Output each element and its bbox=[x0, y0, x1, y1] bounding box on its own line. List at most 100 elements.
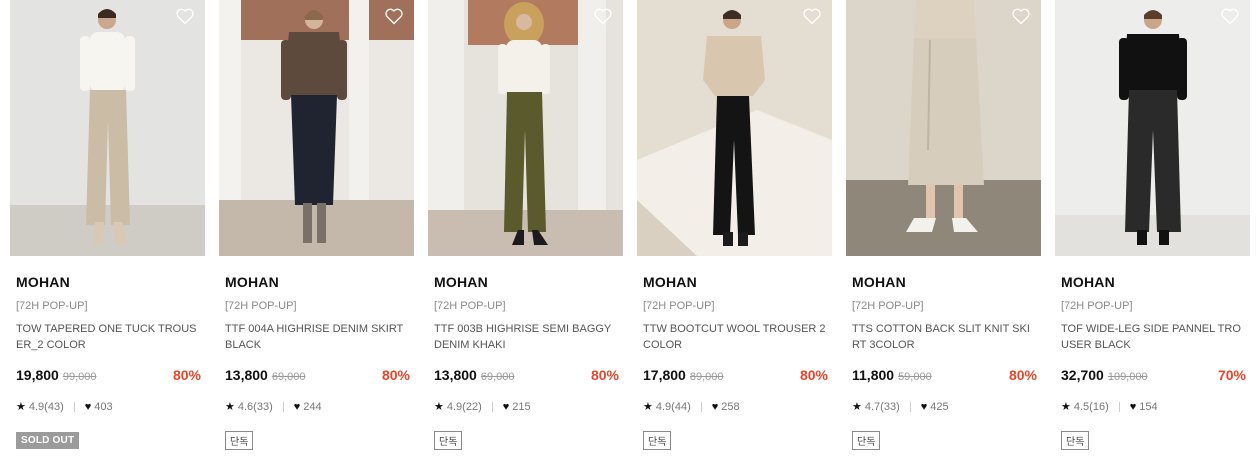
brand-name[interactable]: MOHAN bbox=[16, 274, 205, 290]
promo-tag: [72H POP-UP] bbox=[643, 300, 715, 312]
price-row: 19,800 99,000 80% bbox=[16, 367, 201, 383]
likes-count: 403 bbox=[94, 400, 113, 413]
divider bbox=[491, 401, 493, 412]
original-price: 99,000 bbox=[62, 371, 97, 383]
heart-filled-icon: ♥ bbox=[1129, 400, 1137, 413]
price-row: 13,800 69,000 80% bbox=[434, 367, 619, 383]
wishlist-heart-icon[interactable] bbox=[384, 6, 404, 26]
original-price: 59,000 bbox=[898, 371, 932, 383]
product-stats: ★ 4.9(43) ♥ 403 bbox=[16, 400, 205, 414]
divider bbox=[282, 401, 284, 412]
product-card[interactable]: MOHAN [72H POP-UP] TOW TAPERED ONE TUCK … bbox=[10, 0, 205, 449]
rating-value: 4.9(22) bbox=[446, 400, 482, 413]
product-title[interactable]: TTF 004A HIGHRISE DENIM SKIRT BLACK bbox=[225, 321, 410, 353]
product-image[interactable] bbox=[428, 0, 623, 256]
price-row: 17,800 89,000 80% bbox=[643, 367, 828, 383]
rating-value: 4.6(33) bbox=[237, 400, 273, 413]
brand-name[interactable]: MOHAN bbox=[1061, 274, 1250, 290]
star-icon: ★ bbox=[225, 401, 235, 413]
price-row: 11,800 59,000 80% bbox=[852, 367, 1037, 383]
brand-name[interactable]: MOHAN bbox=[225, 274, 414, 290]
sale-price: 11,800 bbox=[852, 367, 895, 383]
product-stats: ★ 4.9(22) ♥ 215 bbox=[434, 400, 623, 414]
heart-filled-icon: ♥ bbox=[920, 400, 928, 413]
product-card[interactable]: MOHAN [72H POP-UP] TTF 004A HIGHRISE DEN… bbox=[219, 0, 414, 450]
product-title[interactable]: TTW BOOTCUT WOOL TROUSER 2COLOR bbox=[643, 321, 828, 353]
original-price: 109,000 bbox=[1107, 371, 1148, 383]
product-card[interactable]: MOHAN [72H POP-UP] TTS COTTON BACK SLIT … bbox=[846, 0, 1041, 450]
wishlist-heart-icon[interactable] bbox=[175, 6, 195, 26]
product-image[interactable] bbox=[846, 0, 1041, 256]
sold-out-badge: SOLD OUT bbox=[16, 432, 80, 449]
sale-price: 13,800 bbox=[225, 367, 268, 383]
product-stats: ★ 4.7(33) ♥ 425 bbox=[852, 400, 1041, 414]
discount-rate: 70% bbox=[1217, 367, 1246, 383]
likes-count: 215 bbox=[512, 400, 531, 413]
divider bbox=[909, 401, 911, 412]
star-icon: ★ bbox=[1061, 401, 1071, 413]
exclusive-badge: 단독 bbox=[434, 431, 463, 450]
discount-rate: 80% bbox=[381, 367, 410, 383]
discount-rate: 80% bbox=[172, 367, 201, 383]
original-price: 69,000 bbox=[480, 371, 515, 383]
divider bbox=[1118, 401, 1120, 412]
promo-tag: [72H POP-UP] bbox=[434, 300, 506, 312]
original-price: 69,000 bbox=[271, 371, 306, 383]
star-icon: ★ bbox=[643, 401, 653, 413]
heart-filled-icon: ♥ bbox=[502, 400, 510, 413]
product-image[interactable] bbox=[10, 0, 205, 256]
exclusive-badge: 단독 bbox=[225, 431, 254, 450]
brand-name[interactable]: MOHAN bbox=[643, 274, 832, 290]
wishlist-heart-icon[interactable] bbox=[593, 6, 613, 26]
discount-rate: 80% bbox=[799, 367, 828, 383]
discount-rate: 80% bbox=[1008, 367, 1037, 383]
promo-tag: [72H POP-UP] bbox=[16, 300, 88, 312]
divider bbox=[700, 401, 702, 412]
likes-count: 258 bbox=[721, 400, 740, 413]
product-title[interactable]: TTS COTTON BACK SLIT KNIT SKIRT 3COLOR bbox=[852, 321, 1037, 353]
product-card[interactable]: MOHAN [72H POP-UP] TOF WIDE-LEG SIDE PAN… bbox=[1055, 0, 1250, 450]
product-card[interactable]: MOHAN [72H POP-UP] TTW BOOTCUT WOOL TROU… bbox=[637, 0, 832, 450]
price-row: 13,800 69,000 80% bbox=[225, 367, 410, 383]
product-title[interactable]: TOW TAPERED ONE TUCK TROUSER_2 COLOR bbox=[16, 321, 201, 353]
exclusive-badge: 단독 bbox=[852, 431, 881, 450]
product-stats: ★ 4.9(44) ♥ 258 bbox=[643, 400, 832, 414]
promo-tag: [72H POP-UP] bbox=[852, 300, 924, 312]
star-icon: ★ bbox=[16, 401, 26, 413]
sale-price: 13,800 bbox=[434, 367, 477, 383]
product-title[interactable]: TTF 003B HIGHRISE SEMI BAGGY DENIM KHAKI bbox=[434, 321, 619, 353]
product-card[interactable]: MOHAN [72H POP-UP] TTF 003B HIGHRISE SEM… bbox=[428, 0, 623, 450]
product-title[interactable]: TOF WIDE-LEG SIDE PANNEL TROUSER BLACK bbox=[1061, 321, 1246, 353]
exclusive-badge: 단독 bbox=[1061, 431, 1090, 450]
brand-name[interactable]: MOHAN bbox=[434, 274, 623, 290]
product-stats: ★ 4.6(33) ♥ 244 bbox=[225, 400, 414, 414]
wishlist-heart-icon[interactable] bbox=[1220, 6, 1240, 26]
sale-price: 19,800 bbox=[16, 367, 59, 383]
rating-value: 4.7(33) bbox=[864, 400, 900, 413]
wishlist-heart-icon[interactable] bbox=[1011, 6, 1031, 26]
likes-count: 154 bbox=[1139, 400, 1158, 413]
promo-tag: [72H POP-UP] bbox=[225, 300, 297, 312]
price-row: 32,700 109,000 70% bbox=[1061, 367, 1246, 383]
divider bbox=[73, 401, 75, 412]
likes-count: 244 bbox=[303, 400, 322, 413]
product-image[interactable] bbox=[1055, 0, 1250, 256]
star-icon: ★ bbox=[434, 401, 444, 413]
discount-rate: 80% bbox=[590, 367, 619, 383]
product-grid: MOHAN [72H POP-UP] TOW TAPERED ONE TUCK … bbox=[10, 0, 1250, 450]
product-stats: ★ 4.5(16) ♥ 154 bbox=[1061, 400, 1250, 414]
exclusive-badge: 단독 bbox=[643, 431, 672, 450]
rating-value: 4.9(44) bbox=[655, 400, 691, 413]
rating-value: 4.5(16) bbox=[1073, 400, 1109, 413]
wishlist-heart-icon[interactable] bbox=[802, 6, 822, 26]
original-price: 89,000 bbox=[689, 371, 724, 383]
heart-filled-icon: ♥ bbox=[84, 400, 92, 413]
promo-tag: [72H POP-UP] bbox=[1061, 300, 1133, 312]
sale-price: 32,700 bbox=[1061, 367, 1104, 383]
sale-price: 17,800 bbox=[643, 367, 686, 383]
heart-filled-icon: ♥ bbox=[293, 400, 301, 413]
likes-count: 425 bbox=[930, 400, 949, 413]
product-image[interactable] bbox=[637, 0, 832, 256]
brand-name[interactable]: MOHAN bbox=[852, 274, 1041, 290]
product-image[interactable] bbox=[219, 0, 414, 256]
